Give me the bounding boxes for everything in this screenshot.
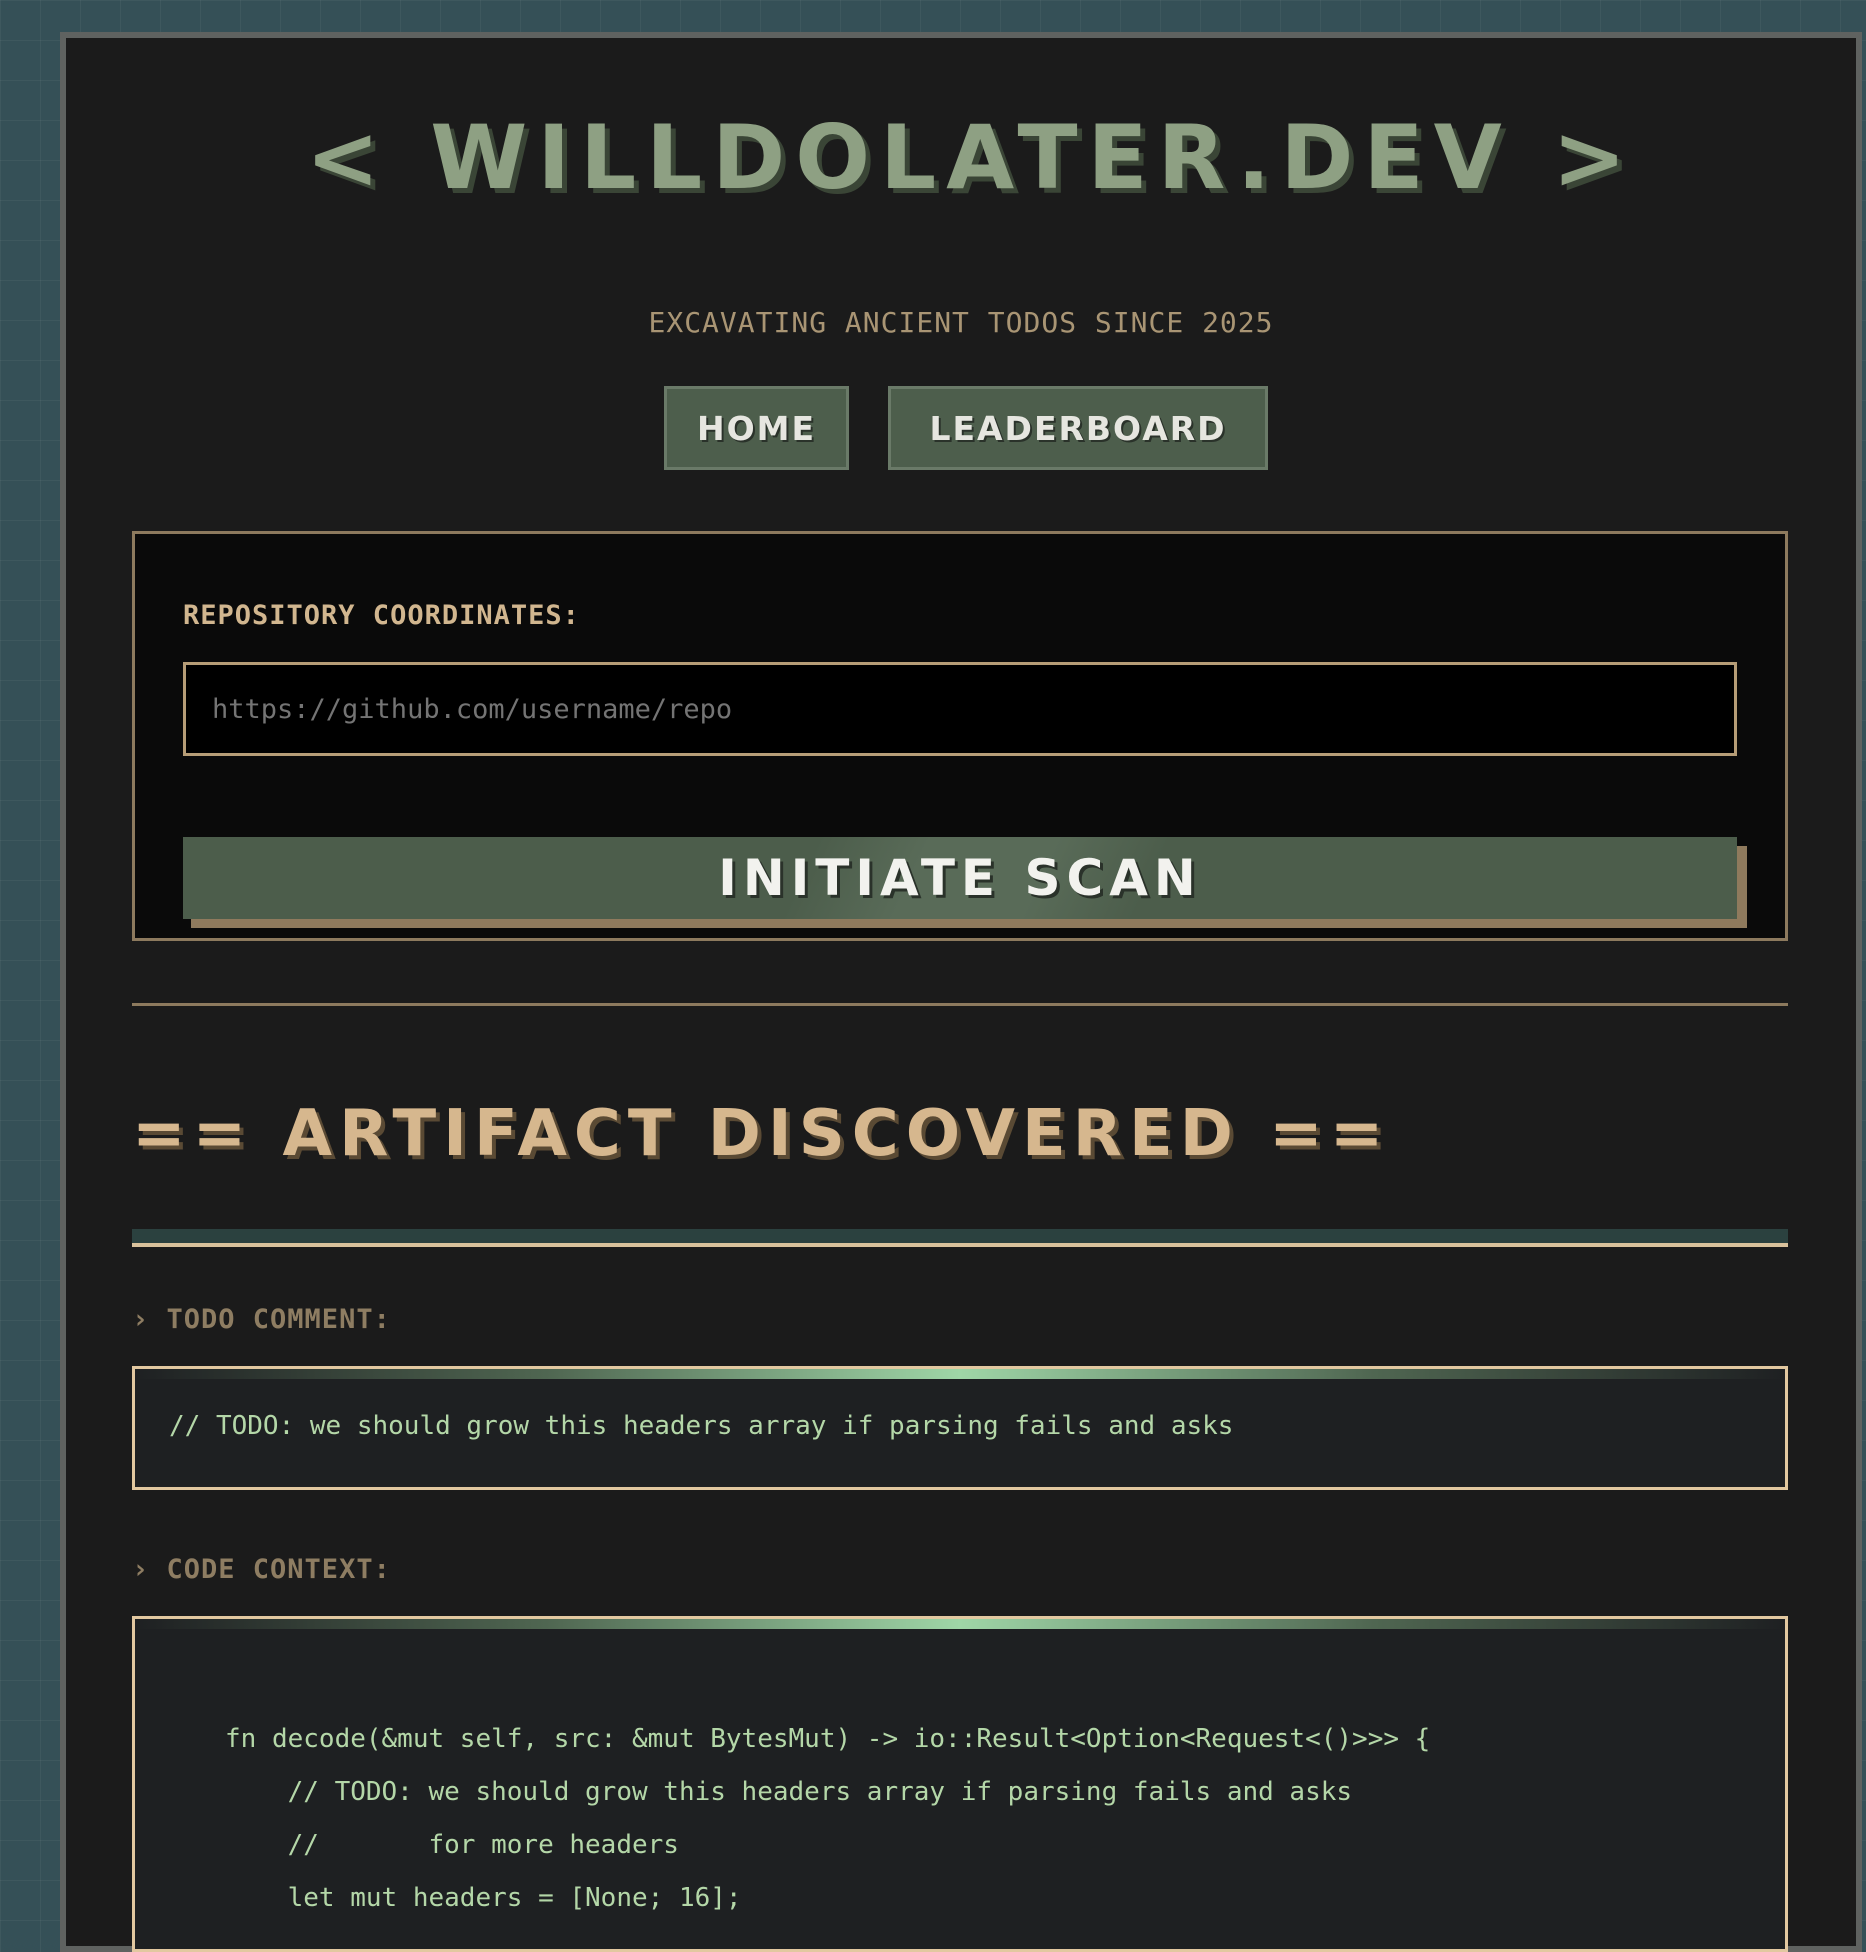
repo-coordinates-label: REPOSITORY COORDINATES: [183, 600, 580, 631]
code-box-glow [135, 1619, 1785, 1629]
nav-home-button[interactable]: HOME [664, 386, 849, 470]
repo-url-input[interactable] [183, 662, 1737, 756]
main-panel: < WILLDOLATER.DEV > EXCAVATING ANCIENT T… [60, 32, 1862, 1952]
heading-underline-line [132, 1243, 1788, 1247]
site-tagline: EXCAVATING ANCIENT TODOS SINCE 2025 [648, 306, 1274, 339]
scan-form: REPOSITORY COORDINATES: INITIATE SCAN [132, 531, 1788, 941]
initiate-scan-button[interactable]: INITIATE SCAN [183, 837, 1737, 919]
todo-comment-label: › TODO COMMENT: [132, 1304, 391, 1335]
todo-box-glow [135, 1369, 1785, 1379]
code-context-box: fn decode(&mut self, src: &mut BytesMut)… [132, 1616, 1788, 1952]
main-nav: HOME LEADERBOARD [66, 386, 1856, 470]
section-divider [132, 1003, 1788, 1006]
todo-comment-text: // TODO: we should grow this headers arr… [169, 1411, 1234, 1441]
todo-comment-box: // TODO: we should grow this headers arr… [132, 1366, 1788, 1490]
heading-underline-bar [132, 1229, 1788, 1243]
code-line: // for more headers [225, 1830, 679, 1860]
code-line: fn decode(&mut self, src: &mut BytesMut)… [225, 1724, 1431, 1754]
artifact-heading: == ARTIFACT DISCOVERED == [132, 1097, 1391, 1171]
code-context-label: › CODE CONTEXT: [132, 1554, 391, 1585]
site-title: < WILLDOLATER.DEV > [305, 106, 1637, 209]
nav-leaderboard-button[interactable]: LEADERBOARD [888, 386, 1268, 470]
code-line: // TODO: we should grow this headers arr… [225, 1777, 1353, 1807]
code-block: fn decode(&mut self, src: &mut BytesMut)… [225, 1713, 1430, 1925]
code-line: let mut headers = [None; 16]; [225, 1883, 742, 1913]
